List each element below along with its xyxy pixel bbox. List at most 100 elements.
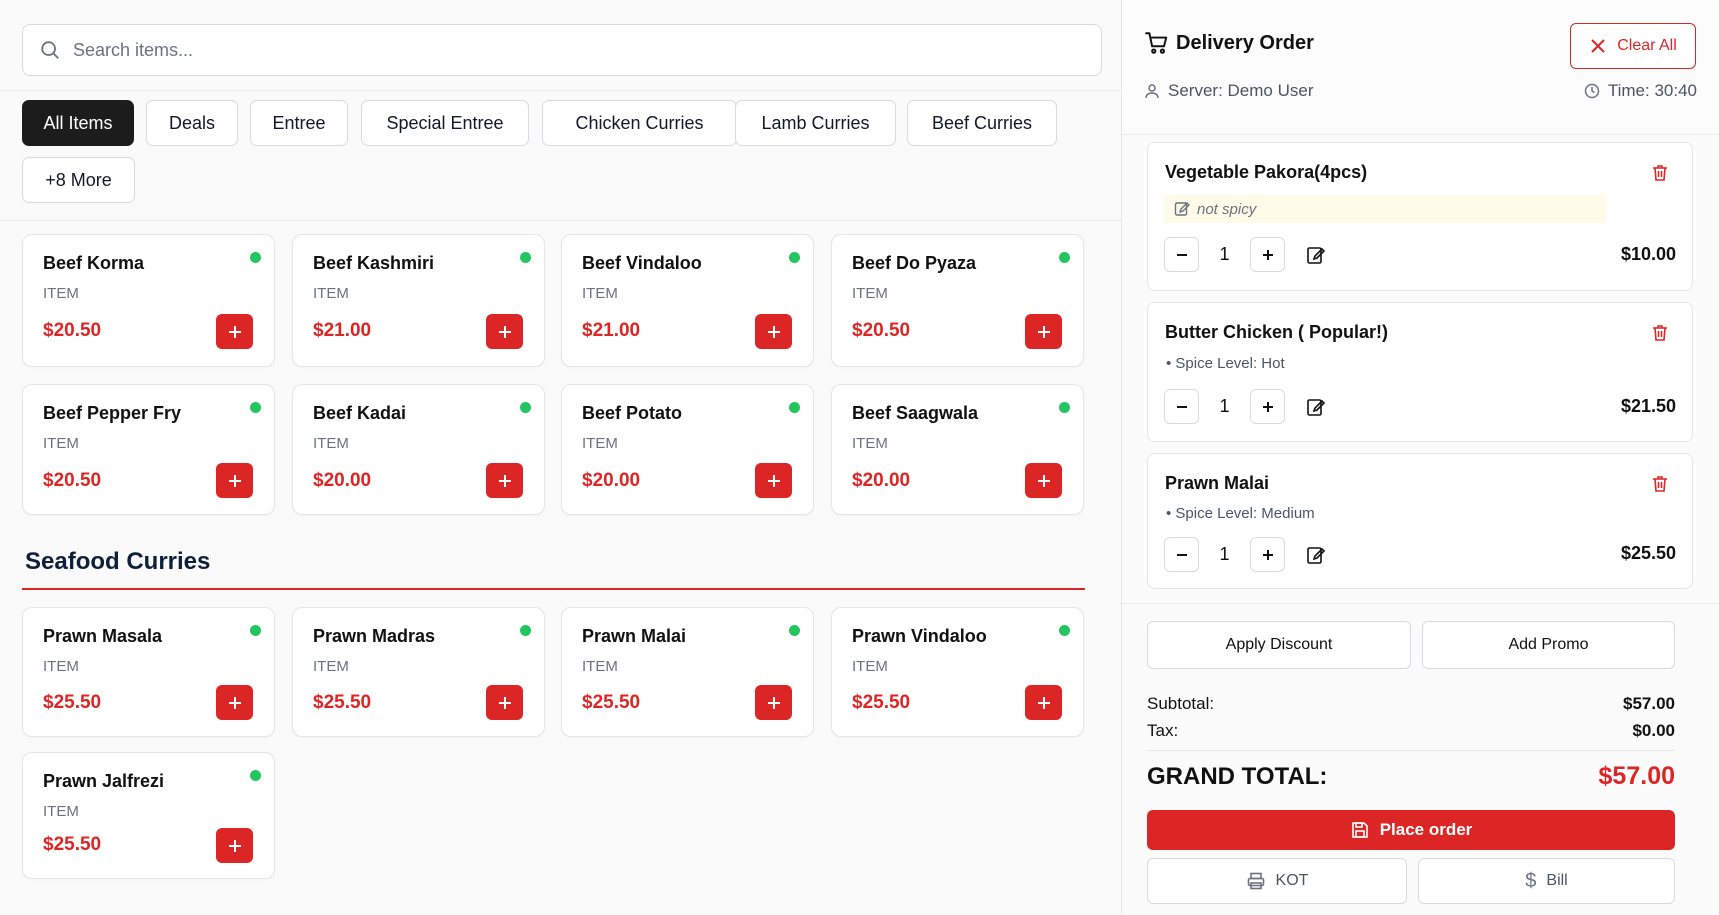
decrease-qty-button[interactable] — [1164, 389, 1199, 424]
minus-icon — [1176, 405, 1187, 408]
trash-icon[interactable] — [1650, 163, 1670, 183]
menu-item-card[interactable]: Prawn Vindaloo ITEM $25.50 — [831, 607, 1084, 737]
menu-item-card[interactable]: Prawn Malai ITEM $25.50 — [561, 607, 814, 737]
add-item-button[interactable] — [216, 828, 253, 863]
item-price: $25.50 — [43, 692, 102, 713]
bill-button[interactable]: $ Bill — [1418, 858, 1675, 904]
plus-icon — [767, 696, 780, 709]
kot-button[interactable]: KOT — [1147, 858, 1407, 904]
chip-more[interactable]: +8 More — [22, 157, 135, 203]
item-name: Prawn Masala — [43, 626, 163, 646]
add-item-button[interactable] — [1025, 314, 1062, 349]
plus-icon — [767, 474, 780, 487]
add-item-button[interactable] — [216, 314, 253, 349]
note-icon — [1174, 202, 1190, 216]
order-item-note[interactable]: not spicy — [1164, 195, 1606, 223]
increase-qty-button[interactable] — [1250, 537, 1285, 572]
edit-note-icon[interactable] — [1305, 396, 1327, 418]
menu-item-card[interactable]: Prawn Masala ITEM $25.50 — [22, 607, 275, 737]
add-item-button[interactable] — [755, 463, 792, 498]
grand-total-value: $57.00 — [1598, 762, 1675, 790]
chip-beef-curries[interactable]: Beef Curries — [907, 100, 1057, 146]
save-icon — [1351, 822, 1368, 838]
menu-item-card[interactable]: Beef Vindaloo ITEM $21.00 — [561, 234, 814, 367]
add-item-button[interactable] — [1025, 685, 1062, 720]
plus-icon — [498, 696, 511, 709]
edit-note-icon[interactable] — [1305, 544, 1327, 566]
add-item-button[interactable] — [216, 685, 253, 720]
item-price: $25.50 — [852, 692, 911, 713]
order-title: Delivery Order — [1176, 32, 1314, 54]
item-type: ITEM — [313, 435, 349, 452]
search-input[interactable] — [73, 39, 1101, 61]
menu-item-card[interactable]: Beef Pepper Fry ITEM $20.50 — [22, 384, 275, 515]
chip-lamb-curries[interactable]: Lamb Curries — [735, 100, 896, 146]
time-value: Time: 30:40 — [1607, 81, 1697, 100]
add-item-button[interactable] — [1025, 463, 1062, 498]
available-indicator — [520, 252, 531, 263]
available-indicator — [1059, 402, 1070, 413]
available-indicator — [250, 402, 261, 413]
grand-total-row: GRAND TOTAL: $57.00 — [1147, 762, 1675, 791]
add-item-button[interactable] — [755, 685, 792, 720]
available-indicator — [520, 402, 531, 413]
server-name: Server: Demo User — [1168, 81, 1314, 100]
spice-level: • Spice Level: Medium — [1166, 505, 1315, 522]
item-type: ITEM — [43, 285, 79, 302]
add-item-button[interactable] — [486, 314, 523, 349]
item-type: ITEM — [313, 658, 349, 675]
increase-qty-button[interactable] — [1250, 237, 1285, 272]
menu-item-card[interactable]: Prawn Madras ITEM $25.50 — [292, 607, 545, 737]
item-type: ITEM — [852, 435, 888, 452]
plus-icon — [1262, 249, 1273, 260]
trash-icon[interactable] — [1650, 474, 1670, 494]
menu-item-card[interactable]: Beef Potato ITEM $20.00 — [561, 384, 814, 515]
trash-icon[interactable] — [1650, 323, 1670, 343]
available-indicator — [250, 770, 261, 781]
plus-icon — [498, 474, 511, 487]
user-icon — [1145, 84, 1159, 99]
item-type: ITEM — [43, 658, 79, 675]
order-item-price: $25.50 — [1620, 543, 1676, 563]
menu-item-card[interactable]: Beef Kadai ITEM $20.00 — [292, 384, 545, 515]
pos-app: All Items Deals Entree Special Entree Ch… — [0, 0, 1719, 915]
order-item-name: Vegetable Pakora(4pcs) — [1165, 162, 1368, 182]
apply-discount-button[interactable]: Apply Discount — [1147, 621, 1411, 669]
quantity-stepper: 1 — [1164, 237, 1327, 272]
add-item-button[interactable] — [216, 463, 253, 498]
chip-entree[interactable]: Entree — [250, 100, 348, 146]
menu-item-card[interactable]: Beef Do Pyaza ITEM $20.50 — [831, 234, 1084, 367]
add-item-button[interactable] — [486, 685, 523, 720]
item-type: ITEM — [43, 435, 79, 452]
clear-all-label: Clear All — [1617, 37, 1677, 54]
menu-item-card[interactable]: Beef Saagwala ITEM $20.00 — [831, 384, 1084, 515]
bill-label: Bill — [1546, 872, 1568, 889]
decrease-qty-button[interactable] — [1164, 537, 1199, 572]
menu-item-card[interactable]: Prawn Jalfrezi ITEM $25.50 — [22, 752, 275, 879]
subtotal-label: Subtotal: — [1147, 694, 1215, 713]
order-item-name: Butter Chicken ( Popular!) — [1165, 322, 1389, 342]
menu-item-card[interactable]: Beef Korma ITEM $20.50 — [22, 234, 275, 367]
plus-icon — [1262, 401, 1273, 412]
edit-note-icon[interactable] — [1305, 244, 1327, 266]
chip-all-items[interactable]: All Items — [22, 100, 134, 146]
chip-deals[interactable]: Deals — [146, 100, 238, 146]
item-name: Beef Potato — [582, 403, 683, 423]
add-item-button[interactable] — [486, 463, 523, 498]
section-underline — [22, 588, 1085, 590]
add-item-button[interactable] — [755, 314, 792, 349]
item-price: $20.00 — [852, 470, 911, 491]
chip-chicken-curries[interactable]: Chicken Curries — [542, 100, 737, 146]
item-name: Beef Pepper Fry — [43, 403, 182, 423]
clear-all-button[interactable]: Clear All — [1570, 23, 1696, 69]
menu-item-card[interactable]: Beef Kashmiri ITEM $21.00 — [292, 234, 545, 367]
decrease-qty-button[interactable] — [1164, 237, 1199, 272]
increase-qty-button[interactable] — [1250, 389, 1285, 424]
plus-icon — [228, 474, 241, 487]
available-indicator — [520, 625, 531, 636]
add-promo-button[interactable]: Add Promo — [1422, 621, 1675, 669]
subtotal-value: $57.00 — [1623, 694, 1675, 713]
place-order-button[interactable]: Place order — [1147, 810, 1675, 850]
chip-special-entree[interactable]: Special Entree — [361, 100, 529, 146]
search-icon — [41, 41, 59, 59]
